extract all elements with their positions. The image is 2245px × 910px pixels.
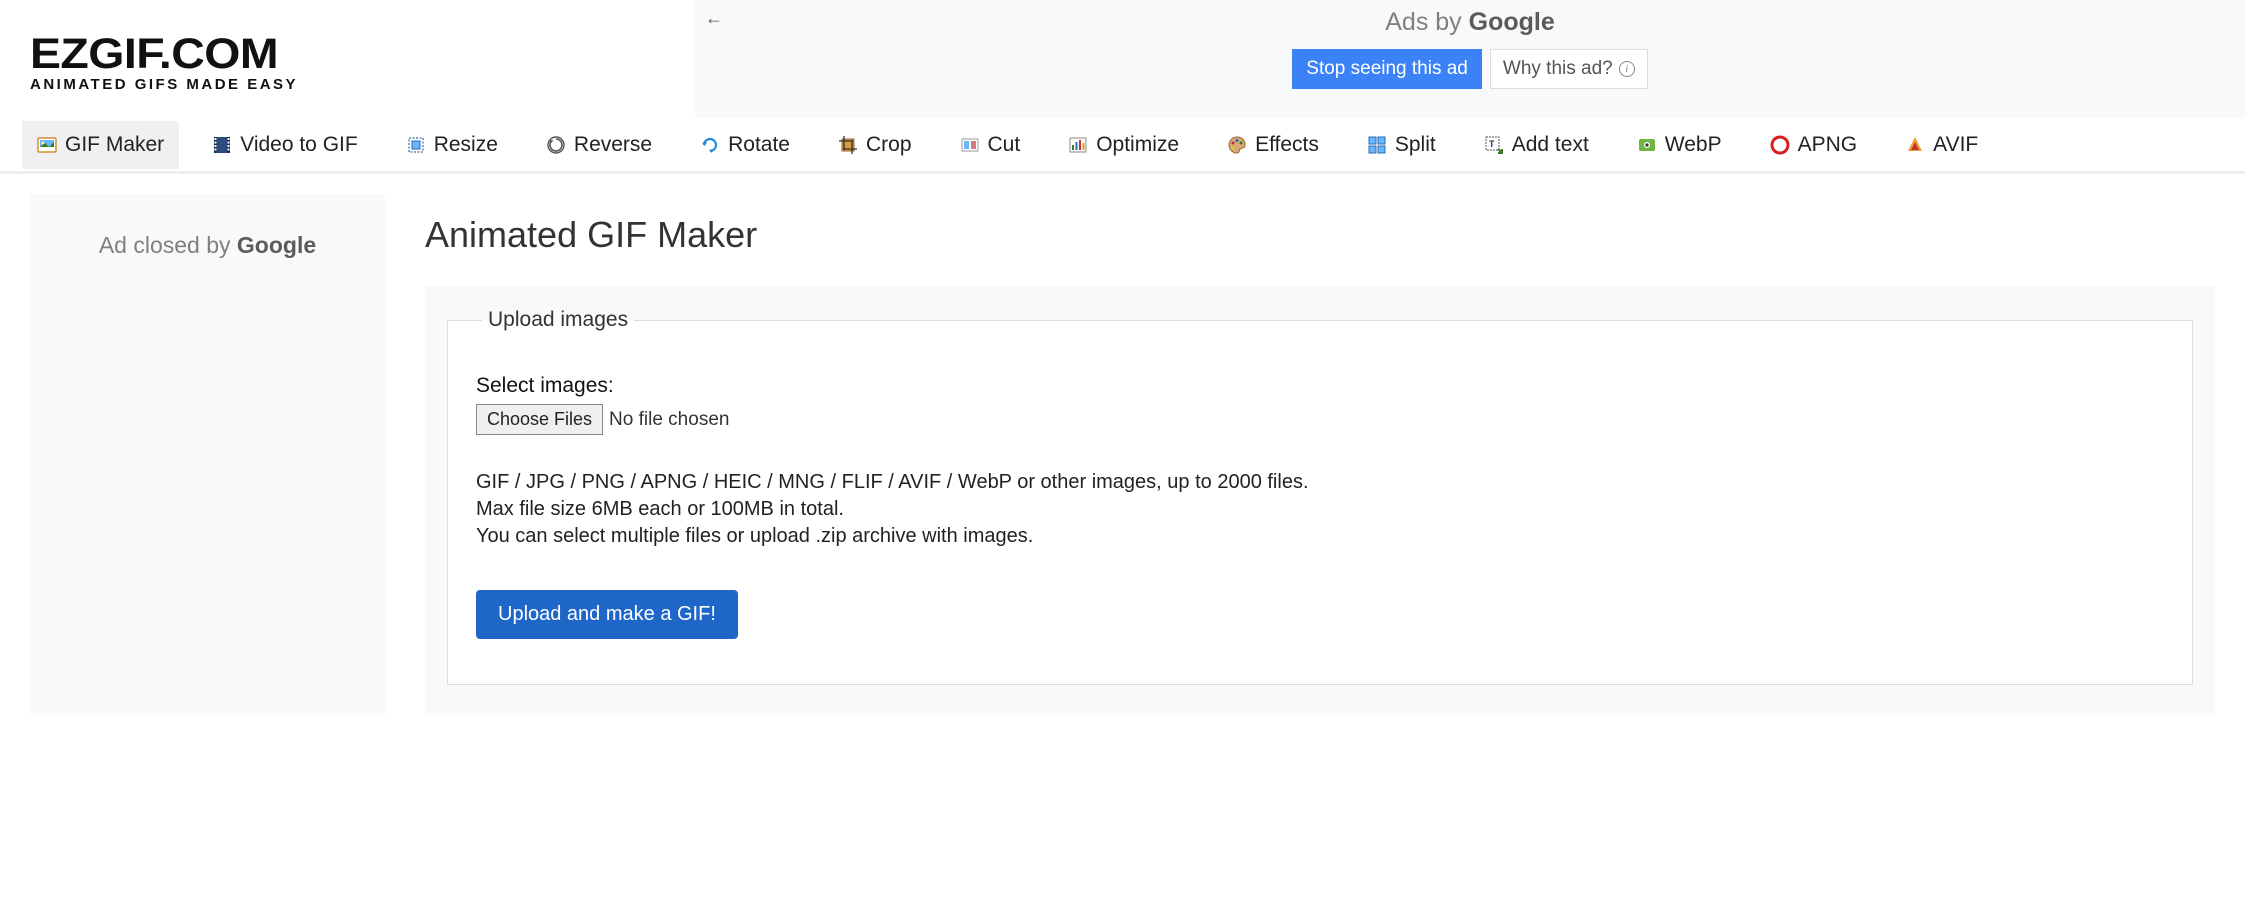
ad-label: Ads by Google	[695, 8, 2245, 37]
main-nav: GIF Maker Video to GIF Resize Reverse Ro…	[0, 118, 2245, 174]
nav-webp[interactable]: WebP	[1622, 121, 1737, 169]
file-status-text: No file chosen	[609, 409, 729, 431]
info-icon: i	[1619, 61, 1635, 77]
nav-label: AVIF	[1933, 133, 1978, 157]
nav-reverse[interactable]: Reverse	[531, 121, 667, 169]
nav-rotate[interactable]: Rotate	[685, 121, 805, 169]
nav-avif[interactable]: AVIF	[1890, 121, 1993, 169]
nav-label: Split	[1395, 133, 1436, 157]
nav-label: Optimize	[1096, 133, 1179, 157]
text-icon: T	[1484, 135, 1504, 155]
reverse-icon	[546, 135, 566, 155]
crop-icon	[838, 135, 858, 155]
rotate-icon	[700, 135, 720, 155]
nav-label: Add text	[1512, 133, 1589, 157]
nav-label: Crop	[866, 133, 912, 157]
select-images-label: Select images:	[476, 374, 2164, 398]
main-content: Animated GIF Maker Upload images Select …	[425, 194, 2215, 715]
nav-label: Rotate	[728, 133, 790, 157]
nav-gif-maker[interactable]: GIF Maker	[22, 121, 179, 169]
nav-crop[interactable]: Crop	[823, 121, 927, 169]
optimize-icon	[1068, 135, 1088, 155]
cut-icon	[960, 135, 980, 155]
ad-label-brand: Google	[1469, 8, 1555, 36]
ad-sidebar-prefix: Ad closed by	[99, 232, 237, 258]
nav-resize[interactable]: Resize	[391, 121, 513, 169]
nav-label: Effects	[1255, 133, 1319, 157]
filmstrip-icon	[212, 135, 232, 155]
help-text: GIF / JPG / PNG / APNG / HEIC / MNG / FL…	[476, 469, 2164, 550]
help-line: GIF / JPG / PNG / APNG / HEIC / MNG / FL…	[476, 469, 2164, 496]
nav-label: Reverse	[574, 133, 652, 157]
nav-apng[interactable]: APNG	[1755, 121, 1873, 169]
split-icon	[1367, 135, 1387, 155]
nav-label: Cut	[988, 133, 1021, 157]
why-ad-label: Why this ad?	[1503, 58, 1613, 80]
palette-icon	[1227, 135, 1247, 155]
apng-icon	[1770, 135, 1790, 155]
upload-submit-button[interactable]: Upload and make a GIF!	[476, 590, 738, 639]
upload-legend: Upload images	[482, 308, 634, 332]
why-ad-button[interactable]: Why this ad? i	[1490, 49, 1648, 89]
nav-label: Video to GIF	[240, 133, 358, 157]
nav-video-to-gif[interactable]: Video to GIF	[197, 121, 373, 169]
choose-files-button[interactable]: Choose Files	[476, 404, 603, 435]
nav-add-text[interactable]: T Add text	[1469, 121, 1604, 169]
ad-sidebar-brand: Google	[237, 232, 316, 258]
image-icon	[37, 135, 57, 155]
arrow-left-icon[interactable]: ←	[705, 8, 723, 29]
upload-fieldset: Upload images Select images: Choose File…	[447, 308, 2193, 685]
ad-label-prefix: Ads by	[1385, 8, 1468, 36]
resize-icon	[406, 135, 426, 155]
webp-icon	[1637, 135, 1657, 155]
page-title: Animated GIF Maker	[425, 214, 2215, 256]
ad-top-panel: ← Ads by Google Stop seeing this ad Why …	[695, 0, 2245, 118]
nav-label: Resize	[434, 133, 498, 157]
svg-text:T: T	[1489, 139, 1495, 149]
help-line: You can select multiple files or upload …	[476, 523, 2164, 550]
upload-panel: Upload images Select images: Choose File…	[425, 286, 2215, 715]
nav-optimize[interactable]: Optimize	[1053, 121, 1194, 169]
nav-effects[interactable]: Effects	[1212, 121, 1334, 169]
nav-label: WebP	[1665, 133, 1722, 157]
nav-label: APNG	[1798, 133, 1858, 157]
help-line: Max file size 6MB each or 100MB in total…	[476, 496, 2164, 523]
nav-label: GIF Maker	[65, 133, 164, 157]
stop-ad-button[interactable]: Stop seeing this ad	[1292, 49, 1482, 89]
avif-icon	[1905, 135, 1925, 155]
nav-cut[interactable]: Cut	[945, 121, 1036, 169]
nav-split[interactable]: Split	[1352, 121, 1451, 169]
ad-sidebar: Ad closed by Google	[30, 194, 385, 715]
